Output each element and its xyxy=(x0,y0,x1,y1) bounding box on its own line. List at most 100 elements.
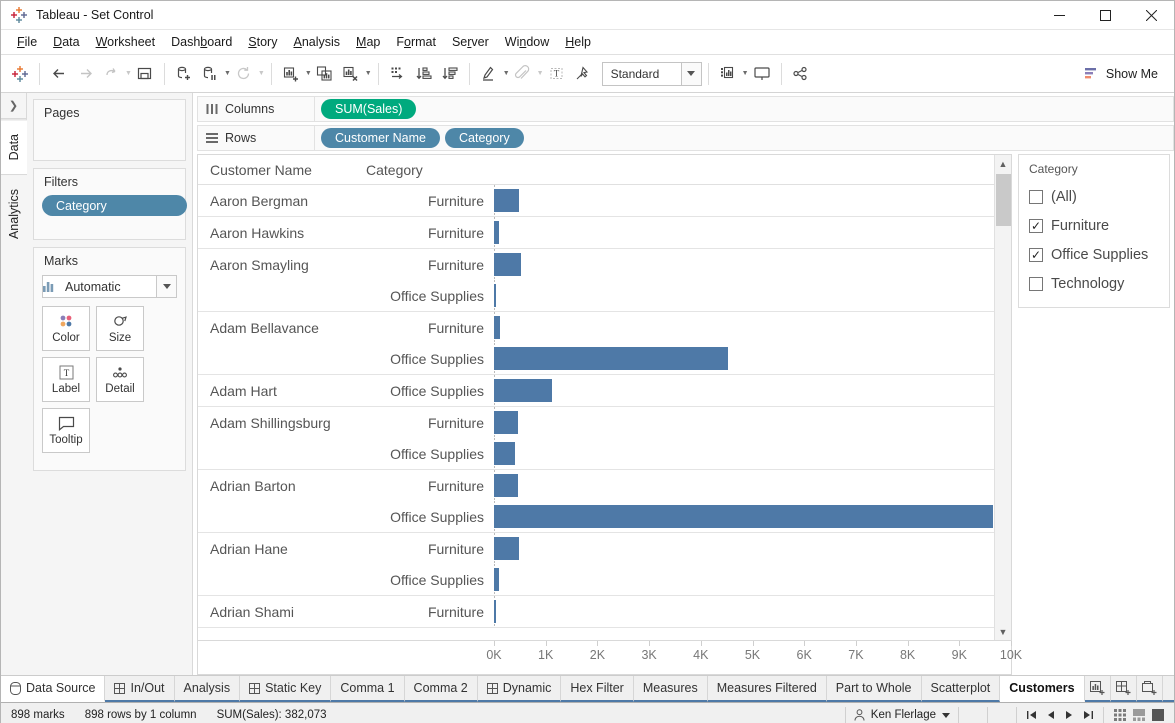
fit-selector[interactable]: Standard xyxy=(601,61,702,86)
rows-drop-zone[interactable]: Customer Name Category xyxy=(315,125,1174,151)
row-category[interactable]: Furniture xyxy=(366,415,494,431)
row-category[interactable]: Furniture xyxy=(366,541,494,557)
row-customer-name[interactable]: Adam Shillingsburg xyxy=(198,415,366,431)
row-category[interactable]: Furniture xyxy=(366,604,494,620)
add-data-source-icon[interactable] xyxy=(171,60,197,88)
vertical-scrollbar[interactable]: ▲ ▼ xyxy=(994,155,1011,640)
menu-file[interactable]: File xyxy=(9,32,45,52)
bar-mark[interactable] xyxy=(494,474,518,497)
share-icon[interactable] xyxy=(788,60,814,88)
worksheet-tab[interactable]: Scatterplot xyxy=(921,676,1001,702)
bar-mark[interactable] xyxy=(494,442,515,465)
filter-checkbox-item[interactable]: Technology xyxy=(1019,269,1169,298)
refresh-icon[interactable] xyxy=(231,60,257,88)
pill-sum-sales[interactable]: SUM(Sales) xyxy=(321,99,417,119)
tab-data-source[interactable]: Data Source xyxy=(1,676,106,702)
worksheet-tab[interactable]: Measures xyxy=(633,676,708,702)
revert-icon[interactable] xyxy=(98,60,124,88)
row-customer-name[interactable]: Aaron Hawkins xyxy=(198,225,366,241)
bar-mark[interactable] xyxy=(494,568,499,591)
columns-drop-zone[interactable]: SUM(Sales) xyxy=(315,96,1174,122)
previous-page-icon[interactable] xyxy=(1047,710,1055,720)
menu-map[interactable]: Map xyxy=(348,32,388,52)
highlight-icon[interactable] xyxy=(476,60,502,88)
filter-checkbox-item[interactable]: ✓ Furniture xyxy=(1019,211,1169,240)
expand-panel-icon[interactable]: ❯ xyxy=(0,93,27,119)
menu-help[interactable]: Help xyxy=(557,32,599,52)
row-category[interactable]: Office Supplies xyxy=(366,572,494,588)
pill-customer-name[interactable]: Customer Name xyxy=(321,128,440,148)
worksheet-tab[interactable]: Comma 2 xyxy=(404,676,478,702)
pause-updates-icon[interactable] xyxy=(197,60,223,88)
row-customer-name[interactable]: Adrian Shami xyxy=(198,604,366,620)
row-category[interactable]: Furniture xyxy=(366,193,494,209)
menu-server[interactable]: Server xyxy=(444,32,497,52)
status-user[interactable]: Ken Flerlage xyxy=(846,709,958,721)
filter-checkbox-item[interactable]: (All) xyxy=(1019,182,1169,211)
marks-label-button[interactable]: T Label xyxy=(42,357,90,402)
row-category[interactable]: Furniture xyxy=(366,478,494,494)
rail-tab-data[interactable]: Data xyxy=(0,119,27,175)
bar-mark[interactable] xyxy=(494,505,993,528)
pages-card[interactable]: Pages xyxy=(33,99,186,161)
row-customer-name[interactable]: Adam Hart xyxy=(198,383,366,399)
filmstrip-view-icon[interactable] xyxy=(1133,709,1145,721)
worksheet-tab[interactable]: Part to Whole xyxy=(826,676,922,702)
first-page-icon[interactable] xyxy=(1027,710,1037,720)
row-customer-name[interactable]: Adam Bellavance xyxy=(198,320,366,336)
row-customer-name[interactable]: Adrian Barton xyxy=(198,478,366,494)
bar-mark[interactable] xyxy=(494,379,552,402)
worksheet-tab[interactable]: Hex Filter xyxy=(561,676,634,702)
filter-checkbox-item[interactable]: ✓ Office Supplies xyxy=(1019,240,1169,269)
minimize-button[interactable] xyxy=(1036,1,1082,30)
worksheet-tab[interactable]: Analysis xyxy=(174,676,241,702)
attach-icon[interactable] xyxy=(510,60,536,88)
clear-sheet-icon[interactable] xyxy=(338,60,364,88)
attach-chevron-down-icon[interactable]: ▼ xyxy=(537,70,544,77)
new-story-icon[interactable] xyxy=(1136,676,1163,702)
tableau-home-icon[interactable] xyxy=(7,60,33,88)
worksheet-tab[interactable]: Comma 1 xyxy=(331,676,405,702)
filters-card[interactable]: Filters Category xyxy=(33,168,187,240)
row-category[interactable]: Office Supplies xyxy=(366,288,494,304)
presentation-chevron-down-icon[interactable]: ▼ xyxy=(742,70,749,77)
row-category[interactable]: Office Supplies xyxy=(366,509,494,525)
marks-detail-button[interactable]: Detail xyxy=(96,357,144,402)
row-customer-name[interactable]: Aaron Smayling xyxy=(198,257,366,273)
row-category[interactable]: Furniture xyxy=(366,225,494,241)
bar-mark[interactable] xyxy=(494,221,500,244)
marks-color-button[interactable]: Color xyxy=(42,306,90,351)
menu-analysis[interactable]: Analysis xyxy=(285,32,348,52)
checkbox-checked-icon[interactable]: ✓ xyxy=(1029,218,1043,233)
bar-mark[interactable] xyxy=(494,316,500,339)
bar-mark[interactable] xyxy=(494,284,496,307)
bar-mark[interactable] xyxy=(494,537,519,560)
pause-chevron-down-icon[interactable]: ▼ xyxy=(224,70,231,77)
single-view-icon[interactable] xyxy=(1152,709,1164,721)
worksheet-tab[interactable]: Measures Filtered xyxy=(707,676,827,702)
highlight-chevron-down-icon[interactable]: ▼ xyxy=(503,70,510,77)
row-customer-name[interactable]: Aaron Bergman xyxy=(198,193,366,209)
worksheet-tab[interactable]: Static Key xyxy=(240,676,332,702)
row-category[interactable]: Office Supplies xyxy=(366,351,494,367)
scrollbar-thumb[interactable] xyxy=(995,174,1011,226)
undo-icon[interactable] xyxy=(46,60,72,88)
new-sheet-chevron-down-icon[interactable]: ▼ xyxy=(305,70,312,77)
row-category[interactable]: Furniture xyxy=(366,257,494,273)
new-worksheet-icon[interactable] xyxy=(1084,676,1111,702)
user-chevron-down-icon[interactable] xyxy=(942,712,950,718)
row-category[interactable]: Office Supplies xyxy=(366,383,494,399)
checkbox-checked-icon[interactable]: ✓ xyxy=(1029,247,1043,262)
menu-format[interactable]: Format xyxy=(388,32,444,52)
bar-mark[interactable] xyxy=(494,411,518,434)
sort-descending-icon[interactable] xyxy=(437,60,463,88)
menu-window[interactable]: Window xyxy=(497,32,557,52)
scroll-up-icon[interactable]: ▲ xyxy=(995,155,1012,172)
menu-worksheet[interactable]: Worksheet xyxy=(88,32,164,52)
bar-mark[interactable] xyxy=(494,600,496,623)
bar-mark[interactable] xyxy=(494,189,519,212)
menu-data[interactable]: Data xyxy=(45,32,87,52)
clear-chevron-down-icon[interactable]: ▼ xyxy=(365,70,372,77)
bar-mark[interactable] xyxy=(494,347,728,370)
fit-chevron-down-icon[interactable] xyxy=(680,62,701,85)
